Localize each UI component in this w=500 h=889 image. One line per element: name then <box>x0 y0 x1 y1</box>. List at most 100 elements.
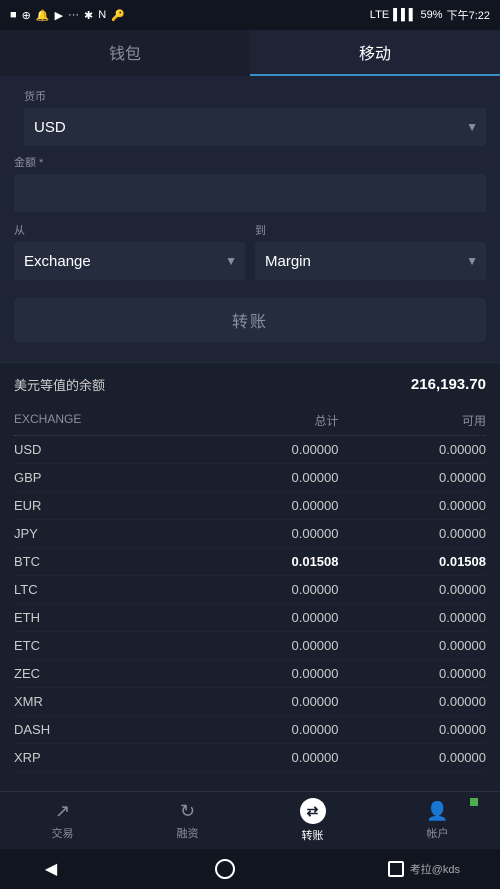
tab-move[interactable]: 移动 <box>250 30 500 76</box>
trade-label: 交易 <box>52 825 74 841</box>
row-total: 0.00000 <box>191 470 339 485</box>
more-icon: ··· <box>68 9 79 21</box>
row-currency: JPY <box>14 526 191 541</box>
row-available: 0.00000 <box>339 498 487 513</box>
table-header: EXCHANGE 总计 可用 <box>14 406 486 436</box>
app-switcher-area: 考拉@kds <box>388 861 460 877</box>
row-available: 0.00000 <box>339 694 487 709</box>
from-label: 从 <box>14 222 245 238</box>
bluetooth-icon: ✱ <box>84 9 93 22</box>
to-dropdown-wrapper: Margin ▼ <box>255 242 486 280</box>
tab-bar: 钱包 移动 <box>0 30 500 76</box>
system-bar: ◀ 考拉@kds <box>0 849 500 889</box>
table-row: JPY 0.00000 0.00000 <box>14 520 486 548</box>
row-total: 0.00000 <box>191 442 339 457</box>
table-row: GBP 0.00000 0.00000 <box>14 464 486 492</box>
watermark-text: 考拉@kds <box>410 861 460 877</box>
row-currency: DASH <box>14 722 191 737</box>
status-bar: ■ ⊕ 🔔 ▶ ··· ✱ N 🔑 LTE ▌▌▌ 59% 下午7:22 <box>0 0 500 30</box>
status-right: LTE ▌▌▌ 59% 下午7:22 <box>370 7 490 23</box>
transfer-icon: ⇄ <box>300 798 326 824</box>
table-row: ETH 0.00000 0.00000 <box>14 604 486 632</box>
account-label: 帐户 <box>427 825 449 841</box>
row-available: 0.01508 <box>339 554 487 569</box>
table-row: ZEC 0.00000 0.00000 <box>14 660 486 688</box>
amount-input[interactable] <box>14 174 486 212</box>
nav-transfer[interactable]: ⇄ 转账 <box>250 792 375 849</box>
balance-section: 美元等值的余额 216,193.70 <box>0 362 500 406</box>
nav-trade[interactable]: ↗ 交易 <box>0 792 125 849</box>
tab-wallet[interactable]: 钱包 <box>0 30 250 76</box>
finance-label: 融资 <box>177 825 199 841</box>
table-row: LTC 0.00000 0.00000 <box>14 576 486 604</box>
table-row: XMR 0.00000 0.00000 <box>14 688 486 716</box>
table-row: ETC 0.00000 0.00000 <box>14 632 486 660</box>
trade-icon: ↗ <box>55 801 70 822</box>
battery-text: 59% <box>421 9 443 21</box>
table-row: XRP 0.00000 0.00000 <box>14 744 486 772</box>
row-available: 0.00000 <box>339 470 487 485</box>
transfer-btn-container: 转账 <box>14 290 486 354</box>
form-section: 货币 USD ▼ 金额 * 从 Exchange ▼ <box>0 76 500 362</box>
row-available: 0.00000 <box>339 638 487 653</box>
recents-button[interactable] <box>388 861 404 877</box>
row-total: 0.01508 <box>191 554 339 569</box>
row-available: 0.00000 <box>339 722 487 737</box>
row-currency: LTC <box>14 582 191 597</box>
status-left: ■ ⊕ 🔔 ▶ ··· ✱ N 🔑 <box>10 9 125 22</box>
row-available: 0.00000 <box>339 526 487 541</box>
table-row: DASH 0.00000 0.00000 <box>14 716 486 744</box>
app-icon-1: ■ <box>10 9 17 21</box>
row-total: 0.00000 <box>191 750 339 765</box>
row-total: 0.00000 <box>191 526 339 541</box>
row-total: 0.00000 <box>191 582 339 597</box>
nav-finance[interactable]: ↻ 融资 <box>125 792 250 849</box>
amount-label: 金额 * <box>14 154 486 170</box>
to-dropdown[interactable]: Margin <box>255 242 486 280</box>
account-icon: 👤 <box>426 801 448 822</box>
account-online-dot <box>470 798 478 806</box>
signal-bars: ▌▌▌ <box>393 9 416 21</box>
from-dropdown-wrapper: Exchange ▼ <box>14 242 245 280</box>
key-icon: 🔑 <box>111 9 125 22</box>
table-row: USD 0.00000 0.00000 <box>14 436 486 464</box>
back-button[interactable]: ◀ <box>40 858 62 880</box>
bottom-nav: ↗ 交易 ↻ 融资 ⇄ 转账 👤 帐户 <box>0 791 500 849</box>
row-available: 0.00000 <box>339 666 487 681</box>
row-currency: ZEC <box>14 666 191 681</box>
transfer-button[interactable]: 转账 <box>14 298 486 342</box>
row-available: 0.00000 <box>339 750 487 765</box>
balance-value: 216,193.70 <box>411 376 486 393</box>
transfer-label: 转账 <box>302 827 324 843</box>
row-currency: ETH <box>14 610 191 625</box>
currency-dropdown[interactable]: USD <box>24 108 486 146</box>
row-currency: USD <box>14 442 191 457</box>
to-label: 到 <box>255 222 486 238</box>
nav-account[interactable]: 👤 帐户 <box>375 792 500 849</box>
col-available-header: 可用 <box>339 412 487 429</box>
row-available: 0.00000 <box>339 610 487 625</box>
play-icon: ▶ <box>55 9 63 22</box>
row-total: 0.00000 <box>191 666 339 681</box>
currency-label: 货币 <box>24 88 486 104</box>
row-currency: XRP <box>14 750 191 765</box>
notification-icon: 🔔 <box>36 9 50 22</box>
row-available: 0.00000 <box>339 582 487 597</box>
table-body: USD 0.00000 0.00000 GBP 0.00000 0.00000 … <box>14 436 486 772</box>
currency-dropdown-wrapper: USD ▼ <box>24 108 486 146</box>
row-currency: BTC <box>14 554 191 569</box>
finance-icon: ↻ <box>180 801 195 822</box>
row-total: 0.00000 <box>191 694 339 709</box>
row-currency: EUR <box>14 498 191 513</box>
home-button[interactable] <box>215 859 235 879</box>
row-available: 0.00000 <box>339 442 487 457</box>
app-icon-2: ⊕ <box>22 9 31 22</box>
from-dropdown[interactable]: Exchange <box>14 242 245 280</box>
time-display: 下午7:22 <box>447 7 490 23</box>
from-to-row: 从 Exchange ▼ 到 Margin ▼ <box>14 222 486 280</box>
amount-row: 金额 * <box>14 154 486 212</box>
row-currency: GBP <box>14 470 191 485</box>
row-total: 0.00000 <box>191 722 339 737</box>
row-currency: XMR <box>14 694 191 709</box>
nfc-icon: N <box>98 9 106 21</box>
